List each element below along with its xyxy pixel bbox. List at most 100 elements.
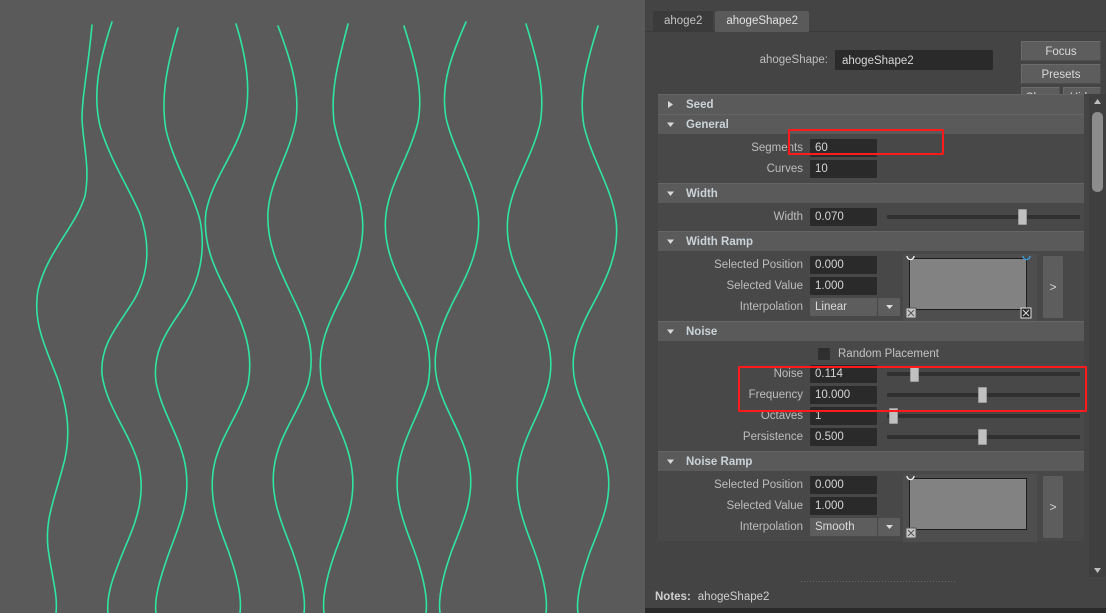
attribute-editor-panel: ahoge2 ahogeShape2 ahogeShape: ahogeShap… [645, 0, 1106, 613]
attribute-editor-tabbar: ahoge2 ahogeShape2 [645, 0, 1106, 32]
section-header-seed[interactable]: Seed [658, 94, 1084, 114]
input-segments[interactable]: 60 [810, 138, 877, 157]
input-octaves[interactable]: 1 [810, 406, 877, 425]
notes-resize-grip[interactable] [645, 577, 1106, 586]
chevron-down-icon[interactable] [878, 297, 900, 316]
tab-ahogeShape2[interactable]: ahogeShape2 [715, 11, 810, 32]
input-selected-position[interactable]: 0.000 [810, 475, 877, 494]
curve-3 [154, 27, 204, 613]
slider-octaves[interactable] [887, 407, 1080, 425]
section-title-width: Width [686, 187, 718, 200]
vertical-scrollbar[interactable] [1089, 94, 1106, 577]
ramp-marker-bottom-left-icon[interactable] [905, 307, 917, 322]
label-selected-value: Selected Value [726, 499, 803, 512]
attr-row-curves: Curves 10 [658, 158, 1084, 179]
scrollbar-thumb[interactable] [1092, 112, 1103, 192]
curve-10 [572, 25, 618, 613]
input-selected-value[interactable]: 1.000 [810, 276, 877, 295]
input-selected-value[interactable]: 1.000 [810, 496, 877, 515]
scroll-up-arrow-icon[interactable] [1089, 94, 1106, 108]
slider-knob[interactable] [888, 407, 898, 424]
input-frequency[interactable]: 10.000 [810, 385, 877, 404]
checkbox-random-placement[interactable] [818, 347, 830, 360]
ramp-marker-bottom-left-icon[interactable] [905, 527, 917, 542]
label-noise: Noise [773, 367, 803, 380]
label-octaves: Octaves [760, 409, 803, 422]
chevron-down-icon [666, 457, 678, 466]
chevron-down-icon [666, 189, 678, 198]
ramp-widget-width[interactable]: > [903, 254, 1083, 322]
node-name-input[interactable]: ahogeShape2 [835, 50, 993, 70]
attr-row-segments: Segments 60 [658, 137, 1084, 158]
scroll-down-arrow-icon[interactable] [1089, 563, 1106, 577]
curve-8 [434, 21, 480, 613]
label-frequency: Frequency [748, 388, 803, 401]
maya-viewport[interactable] [0, 0, 645, 613]
attr-row-frequency: Frequency 10.000 [658, 384, 1084, 405]
slider-noise[interactable] [887, 365, 1080, 383]
ramp-expand-button-noise[interactable]: > [1043, 476, 1063, 538]
label-curves: Curves [766, 162, 803, 175]
chevron-down-icon[interactable] [878, 517, 900, 536]
presets-button[interactable]: Presets [1021, 64, 1101, 84]
input-width[interactable]: 0.070 [810, 207, 877, 226]
section-title-noise: Noise [686, 325, 718, 338]
label-width: Width [773, 210, 803, 223]
slider-persistence[interactable] [887, 428, 1080, 446]
attr-row-persistence: Persistence 0.500 [658, 426, 1084, 447]
dropdown-interpolation-noise[interactable]: Smooth [810, 517, 900, 536]
curve-group [36, 21, 618, 613]
section-body-width-ramp: Selected Position 0.000 Selected Value 1… [658, 251, 1084, 322]
section-header-noise[interactable]: Noise [658, 321, 1084, 341]
tab-ahoge2[interactable]: ahoge2 [653, 11, 714, 32]
ramp-marker-top-right-icon[interactable] [1021, 254, 1032, 268]
slider-knob[interactable] [910, 365, 920, 382]
ramp-marker-bottom-right-icon[interactable] [1020, 307, 1032, 322]
ramp-marker-top-left-icon[interactable] [905, 254, 916, 268]
chevron-down-icon [666, 327, 678, 336]
ramp-widget-noise[interactable]: > [903, 474, 1083, 542]
curve-6 [319, 23, 364, 613]
notes-textarea[interactable] [645, 608, 1106, 613]
slider-width[interactable] [887, 208, 1080, 226]
label-selected-position: Selected Position [714, 258, 803, 271]
attr-row-random-placement[interactable]: Random Placement [658, 344, 1084, 363]
label-segments: Segments [751, 141, 803, 154]
ramp-gradient-preview[interactable] [909, 258, 1027, 310]
section-title-noise-ramp: Noise Ramp [686, 455, 753, 468]
section-header-width-ramp[interactable]: Width Ramp [658, 231, 1084, 251]
section-body-general: Segments 60 Curves 10 [658, 134, 1084, 183]
input-noise[interactable]: 0.114 [810, 364, 877, 383]
label-interpolation: Interpolation [739, 300, 803, 313]
curve-7 [384, 25, 431, 613]
label-selected-position: Selected Position [714, 478, 803, 491]
focus-button[interactable]: Focus [1021, 41, 1101, 61]
notes-row: Notes: ahogeShape2 [645, 586, 1106, 608]
ramp-expand-button-width[interactable]: > [1043, 256, 1063, 318]
section-body-noise: Random Placement Noise 0.114 Frequency 1… [658, 341, 1084, 451]
input-persistence[interactable]: 0.500 [810, 427, 877, 446]
slider-knob[interactable] [977, 428, 987, 445]
notes-label: Notes: [655, 591, 691, 603]
dropdown-interpolation-width[interactable]: Linear [810, 297, 900, 316]
input-selected-position[interactable]: 0.000 [810, 255, 877, 274]
section-body-noise-ramp: Selected Position 0.000 Selected Value 1… [658, 471, 1084, 542]
curve-9 [506, 23, 552, 613]
ramp-marker-top-left-icon[interactable] [905, 474, 916, 488]
ramp-gradient-preview[interactable] [909, 478, 1027, 530]
section-header-width[interactable]: Width [658, 183, 1084, 203]
slider-track [887, 214, 1080, 219]
node-name-label: ahogeShape: [759, 54, 828, 66]
input-curves[interactable]: 10 [810, 159, 877, 178]
slider-knob[interactable] [1018, 208, 1028, 225]
label-interpolation: Interpolation [739, 520, 803, 533]
slider-track [887, 413, 1080, 418]
section-header-noise-ramp[interactable]: Noise Ramp [658, 451, 1084, 471]
section-header-general[interactable]: General [658, 114, 1084, 134]
curve-4 [204, 23, 251, 613]
node-name-row: ahogeShape: ahogeShape2 Focus Presets Sh… [645, 32, 1106, 107]
slider-frequency[interactable] [887, 386, 1080, 404]
attribute-sections-scrollarea: Seed General Segments 60 Curves 10 Width… [645, 94, 1106, 577]
slider-knob[interactable] [977, 386, 987, 403]
label-random-placement: Random Placement [838, 347, 939, 360]
